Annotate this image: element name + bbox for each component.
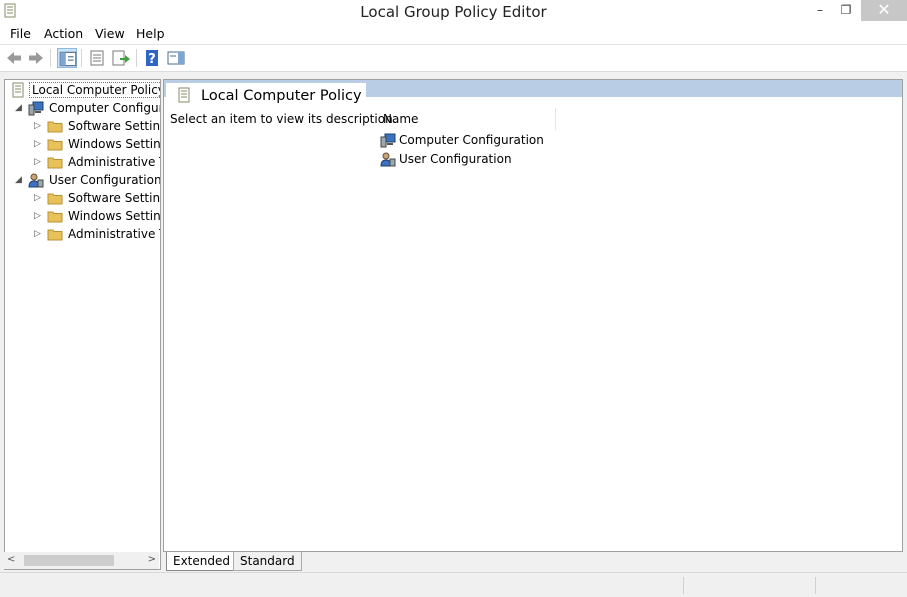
list-item-label: User Configuration [399, 152, 512, 166]
expand-arrow-icon[interactable]: ▷ [34, 211, 44, 221]
menu-bar: File Action View Help [0, 23, 907, 45]
title-bar: Local Group Policy Editor – ❐ ✕ [0, 0, 907, 23]
tab-standard[interactable]: Standard [233, 552, 302, 571]
tree-item-windows-settings[interactable]: ▷ Windows Setting [5, 207, 160, 225]
content-title: Local Computer Policy [201, 88, 362, 104]
forward-arrow-icon[interactable] [26, 48, 46, 68]
status-segment [683, 577, 815, 594]
computer-icon [28, 101, 44, 116]
menu-action[interactable]: Action [44, 26, 83, 41]
tree-label: Software Settings [68, 119, 160, 133]
view-tabs: Extended Standard [163, 552, 463, 572]
show-hide-tree-icon[interactable] [57, 48, 77, 68]
tree-item-windows-settings[interactable]: ▷ Windows Setting [5, 135, 160, 153]
folder-icon [47, 139, 63, 151]
tree-item-user-configuration[interactable]: ◢ User Configuration [5, 171, 160, 189]
tree-label: Administrative Te [68, 227, 160, 241]
tree-pane[interactable]: Local Computer Policy ◢ Computer Configu… [4, 79, 161, 570]
expand-arrow-icon[interactable]: ▷ [34, 157, 44, 167]
tree-label: Administrative Te [68, 155, 160, 169]
tree-horizontal-scrollbar[interactable]: < > [4, 552, 159, 569]
content-pane: Local Computer Policy Select an item to … [163, 79, 903, 552]
status-bar [0, 572, 907, 597]
minimize-button[interactable]: – [806, 0, 834, 21]
back-arrow-icon[interactable] [4, 48, 24, 68]
folder-icon [47, 229, 63, 241]
column-header-name[interactable]: Name [378, 108, 556, 130]
properties-icon[interactable] [87, 48, 107, 68]
folder-icon [47, 193, 63, 205]
status-segment [815, 577, 905, 594]
collapse-arrow-icon[interactable]: ◢ [15, 103, 25, 113]
window-title: Local Group Policy Editor [360, 3, 547, 21]
expand-arrow-icon[interactable]: ▷ [34, 139, 44, 149]
scroll-right-icon[interactable]: > [148, 554, 156, 565]
tree-label: Windows Setting [68, 137, 160, 151]
scroll-left-icon[interactable]: < [7, 554, 15, 565]
tree-label: User Configuration [49, 173, 160, 187]
tab-extended[interactable]: Extended [166, 552, 237, 571]
tree-label: Computer Configura [49, 101, 160, 115]
folder-icon [47, 121, 63, 133]
menu-file[interactable]: File [10, 26, 31, 41]
tree-label: Local Computer Policy [29, 82, 160, 98]
tree-item-software-settings[interactable]: ▷ Software Settings [5, 189, 160, 207]
tree-label: Windows Setting [68, 209, 160, 223]
tree-item-administrative-templates[interactable]: ▷ Administrative Te [5, 225, 160, 243]
list-item-label: Computer Configuration [399, 133, 544, 147]
user-icon [28, 173, 44, 188]
user-icon [380, 152, 396, 167]
policy-document-icon [178, 87, 190, 103]
computer-icon [380, 133, 396, 148]
show-hide-action-pane-icon[interactable] [166, 48, 186, 68]
folder-icon [47, 211, 63, 223]
toolbar: ? [0, 45, 907, 72]
svg-text:?: ? [148, 52, 156, 67]
menu-view[interactable]: View [95, 26, 125, 41]
content-header: Local Computer Policy [166, 83, 366, 107]
export-list-icon[interactable] [111, 48, 131, 68]
close-button[interactable]: ✕ [861, 0, 907, 21]
help-icon[interactable]: ? [142, 48, 162, 68]
tree-item-administrative-templates[interactable]: ▷ Administrative Te [5, 153, 160, 171]
expand-arrow-icon[interactable]: ▷ [34, 229, 44, 239]
folder-icon [47, 157, 63, 169]
description-text: Select an item to view its description. [170, 112, 397, 126]
tree-label: Software Settings [68, 191, 160, 205]
expand-arrow-icon[interactable]: ▷ [34, 193, 44, 203]
menu-help[interactable]: Help [136, 26, 165, 41]
column-label: Name [383, 112, 419, 126]
maximize-button[interactable]: ❐ [832, 0, 860, 21]
tree-item-software-settings[interactable]: ▷ Software Settings [5, 117, 160, 135]
tree-root-local-computer-policy[interactable]: Local Computer Policy [5, 81, 160, 99]
policy-document-icon [12, 82, 24, 98]
scroll-thumb[interactable] [24, 555, 114, 566]
expand-arrow-icon[interactable]: ▷ [34, 121, 44, 131]
collapse-arrow-icon[interactable]: ◢ [15, 175, 25, 185]
tree-item-computer-configuration[interactable]: ◢ Computer Configura [5, 99, 160, 117]
